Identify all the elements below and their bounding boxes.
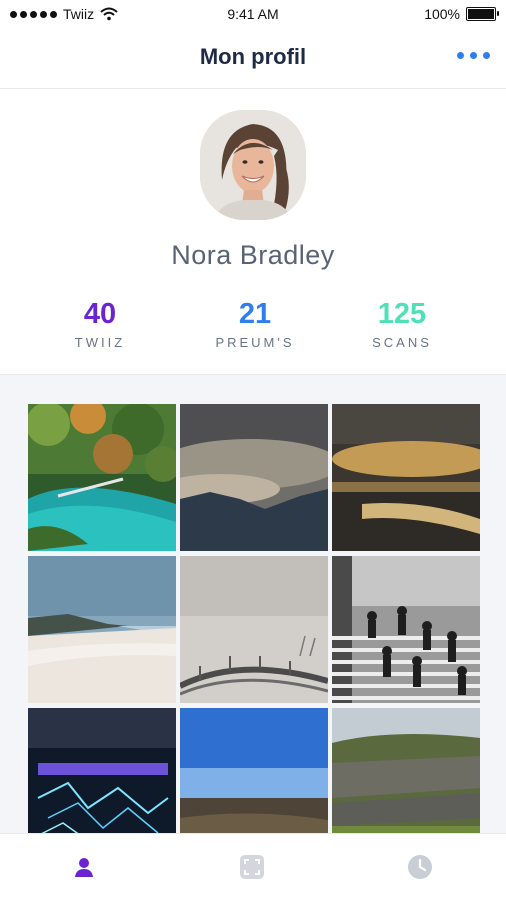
battery-icon <box>466 7 499 21</box>
photo-tile-bridge-sky[interactable] <box>180 556 328 703</box>
status-right: 100% <box>424 6 499 22</box>
more-dot-icon <box>483 52 490 59</box>
status-bar: Twiiz 9:41 AM 100% <box>0 0 506 30</box>
stat-value: 21 <box>238 298 272 330</box>
scan-icon <box>240 855 264 879</box>
profile-name: Nora Bradley <box>171 240 335 270</box>
tab-bar <box>0 833 506 900</box>
stat-preums[interactable]: 21 PREUM'S <box>175 298 335 350</box>
photo-tile-lake-forest[interactable] <box>28 404 176 551</box>
battery-label: 100% <box>424 6 460 22</box>
person-icon <box>75 858 93 877</box>
avatar[interactable] <box>200 110 306 220</box>
avatar-photo <box>200 110 306 220</box>
page-title: Mon profil <box>199 44 307 69</box>
stat-value: 125 <box>377 298 427 330</box>
photo-tile-sandy-beach[interactable] <box>28 556 176 703</box>
stat-value: 40 <box>83 298 117 330</box>
photo-tile-beach-sunset[interactable] <box>332 404 480 551</box>
navigation-bar: Mon profil <box>0 30 506 89</box>
photo-grid <box>28 404 480 855</box>
stat-label: SCANS <box>372 335 432 350</box>
photo-tile-cloudy-mountains[interactable] <box>180 404 328 551</box>
stat-scans[interactable]: 125 SCANS <box>322 298 482 350</box>
more-dot-icon <box>470 52 477 59</box>
stat-label: TWIIZ <box>74 335 126 350</box>
photo-tile-stairs-crowd[interactable] <box>332 556 480 703</box>
stat-label: PREUM'S <box>215 335 295 350</box>
more-dot-icon <box>457 52 464 59</box>
stat-twiiz[interactable]: 40 TWIIZ <box>20 298 180 350</box>
tab-history[interactable] <box>336 834 504 900</box>
more-options-button[interactable] <box>457 52 490 59</box>
clock-icon <box>408 855 432 879</box>
tab-profile[interactable] <box>0 834 168 900</box>
tab-scan[interactable] <box>168 834 336 900</box>
